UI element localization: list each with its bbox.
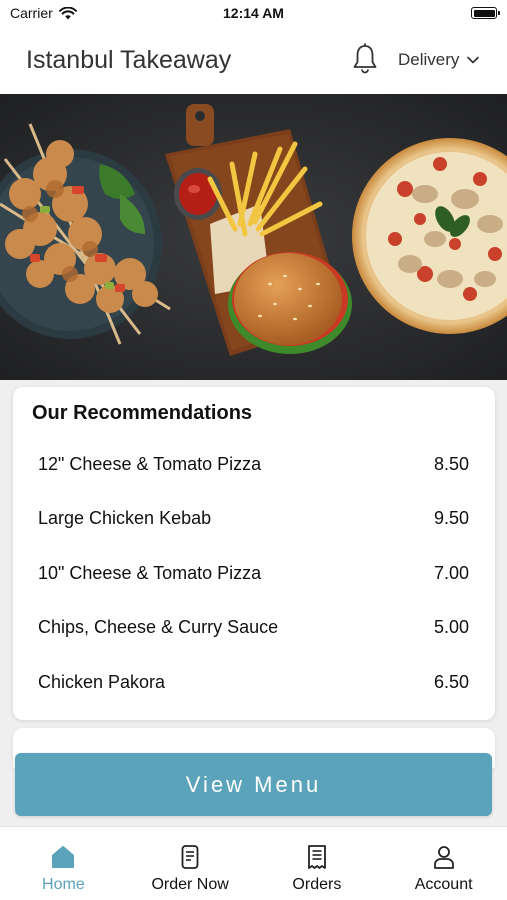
tab-label: Account [414, 876, 473, 893]
recommendations-list: 12" Cheese & Tomato Pizza 8.50 Large Chi… [13, 437, 495, 710]
status-bar: Carrier 12:14 AM [0, 0, 507, 26]
item-name: 10" Cheese & Tomato Pizza [38, 562, 262, 583]
recommendation-item[interactable]: Chips, Cheese & Curry Sauce 5.00 [13, 601, 495, 656]
tab-label: Order Now [151, 876, 229, 893]
bell-icon[interactable] [350, 43, 380, 75]
order-type-label: Delivery [398, 50, 460, 69]
item-name: Chips, Cheese & Curry Sauce [38, 617, 279, 638]
status-time: 12:14 AM [223, 5, 284, 21]
tab-home[interactable]: Home [0, 827, 127, 900]
user-icon [433, 846, 454, 869]
recommendation-item[interactable]: 10" Cheese & Tomato Pizza 7.00 [13, 546, 495, 601]
tab-order-now[interactable]: Order Now [127, 827, 254, 900]
tab-bar: Home Order Now Orders Account [0, 826, 507, 900]
tab-account[interactable]: Account [380, 827, 507, 900]
app-header: Istanbul Takeaway Delivery [0, 26, 507, 94]
view-menu-button[interactable]: View Menu [15, 753, 492, 816]
tab-label: Home [42, 876, 85, 893]
recommendations-card: Our Recommendations 12" Cheese & Tomato … [13, 387, 495, 720]
item-name: 12" Cheese & Tomato Pizza [38, 453, 262, 474]
recommendation-item[interactable]: 12" Cheese & Tomato Pizza 8.50 [13, 437, 495, 492]
hero-food-image [0, 94, 507, 380]
tab-label: Orders [292, 876, 342, 893]
recommendation-item[interactable]: Large Chicken Kebab 9.50 [13, 492, 495, 547]
battery-icon [471, 7, 500, 19]
item-name: Chicken Pakora [38, 671, 166, 692]
home-icon [52, 846, 75, 868]
food-banner-illustration [0, 94, 507, 380]
item-price: 8.50 [433, 453, 469, 474]
item-price: 6.50 [433, 671, 469, 692]
recommendations-title: Our Recommendations [32, 402, 253, 424]
app-title: Istanbul Takeaway [26, 46, 232, 74]
chevron-down-icon [467, 56, 480, 64]
recommendation-item[interactable]: Chicken Pakora 6.50 [13, 655, 495, 710]
item-name: Large Chicken Kebab [38, 508, 212, 529]
item-price: 7.00 [433, 562, 469, 583]
item-price: 5.00 [433, 617, 469, 638]
receipt-icon [307, 845, 326, 869]
phone-icon [181, 845, 199, 869]
order-type-selector[interactable]: Delivery [398, 50, 480, 70]
tab-orders[interactable]: Orders [254, 827, 381, 900]
item-price: 9.50 [433, 508, 469, 529]
